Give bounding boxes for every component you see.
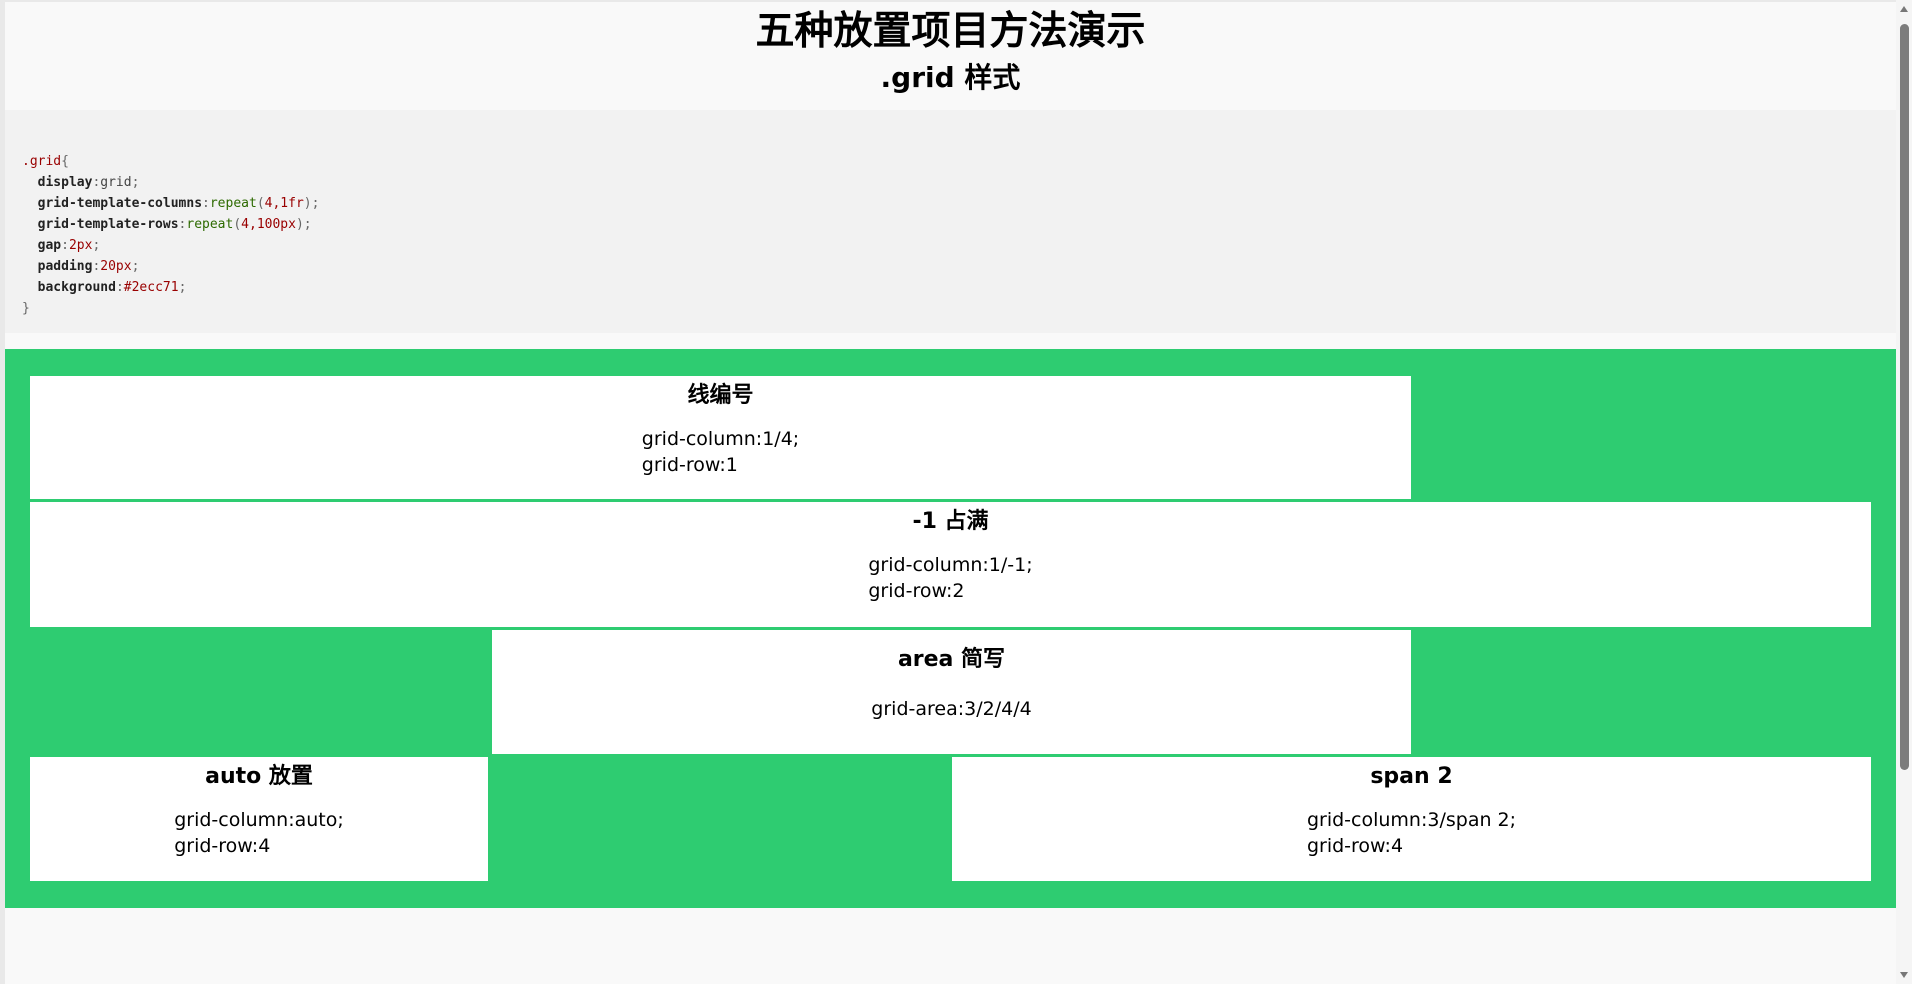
- css-code-block: .grid{ display:grid; grid-template-colum…: [5, 110, 1896, 333]
- code-line-selector: .grid{: [22, 151, 1896, 172]
- code-value: 2px: [68, 238, 93, 253]
- item-code: grid-column:1/4; grid-row:1: [30, 426, 1411, 478]
- item-code-line: grid-column:3/span 2;: [1306, 809, 1517, 831]
- code-line: padding:20px;: [37, 259, 140, 274]
- code-line: display:grid;: [37, 175, 140, 190]
- code-function: repeat: [186, 217, 234, 232]
- item-title: 线编号: [687, 383, 754, 408]
- code-property: padding: [37, 259, 93, 274]
- item-code: grid-area:3/2/4/4: [492, 696, 1411, 722]
- code-line: grid-template-rows:repeat(4,100px);: [37, 217, 312, 232]
- code-line: gap:2px;: [37, 238, 101, 253]
- item-code: grid-column:1/-1; grid-row:2: [30, 552, 1871, 604]
- item-title: span 2: [1370, 764, 1453, 789]
- page-header: 五种放置项目方法演示 .grid 样式: [5, 2, 1896, 110]
- item-code-line: grid-row:4: [1306, 835, 1404, 857]
- grid-item-full-row: -1 占满 grid-column:1/-1; grid-row:2: [30, 502, 1871, 627]
- item-title: area 简写: [897, 647, 1006, 672]
- code-line: grid-template-columns:repeat(4,1fr);: [37, 196, 320, 211]
- code-open-brace: {: [61, 154, 69, 169]
- code-property: background: [37, 280, 116, 295]
- item-code-line: grid-row:1: [641, 454, 738, 476]
- scroll-up-arrow-icon[interactable]: [1900, 6, 1908, 12]
- item-code-line: grid-column:1/-1;: [868, 554, 1033, 576]
- page-title: 五种放置项目方法演示: [755, 9, 1146, 54]
- code-property: grid-template-columns: [37, 196, 203, 211]
- item-title: auto 放置: [205, 764, 313, 789]
- code-close-brace: }: [22, 301, 30, 316]
- code-line-close: }: [22, 298, 1896, 319]
- item-code-line: grid-row:2: [868, 580, 965, 602]
- code-function: repeat: [209, 196, 257, 211]
- code-line: background:#2ecc71;: [37, 280, 187, 295]
- code-value: 20px: [100, 259, 132, 274]
- grid-item-auto: auto 放置 grid-column:auto; grid-row:4: [30, 757, 488, 881]
- item-title: -1 占满: [912, 509, 989, 534]
- scroll-down-arrow-icon[interactable]: [1900, 972, 1908, 978]
- item-code-line: grid-area:3/2/4/4: [871, 698, 1032, 720]
- vertical-scrollbar[interactable]: [1896, 0, 1912, 984]
- page-subtitle: .grid 样式: [880, 61, 1021, 94]
- item-code-line: grid-row:4: [174, 835, 271, 857]
- code-args: 4,1fr: [264, 196, 304, 211]
- item-code-line: grid-column:auto;: [174, 809, 344, 831]
- code-selector: .grid: [22, 154, 62, 169]
- grid-item-line-numbers: 线编号 grid-column:1/4; grid-row:1: [30, 376, 1411, 499]
- grid-item-area: area 简写 grid-area:3/2/4/4: [492, 630, 1411, 754]
- item-code: grid-column:auto; grid-row:4: [30, 807, 488, 859]
- scrollbar-thumb[interactable]: [1900, 24, 1909, 770]
- code-args: 4,100px: [241, 217, 296, 232]
- code-value: #2ecc71: [123, 280, 179, 295]
- code-property: grid-template-rows: [37, 217, 179, 232]
- item-code: grid-column:3/span 2; grid-row:4: [952, 807, 1871, 859]
- code-property: display: [37, 175, 93, 190]
- grid-container: 线编号 grid-column:1/4; grid-row:1 -1 占满 gr…: [5, 349, 1896, 908]
- grid-item-span: span 2 grid-column:3/span 2; grid-row:4: [952, 757, 1871, 881]
- item-code-line: grid-column:1/4;: [641, 428, 800, 450]
- code-property: gap: [37, 238, 62, 253]
- code-value: grid: [100, 175, 132, 190]
